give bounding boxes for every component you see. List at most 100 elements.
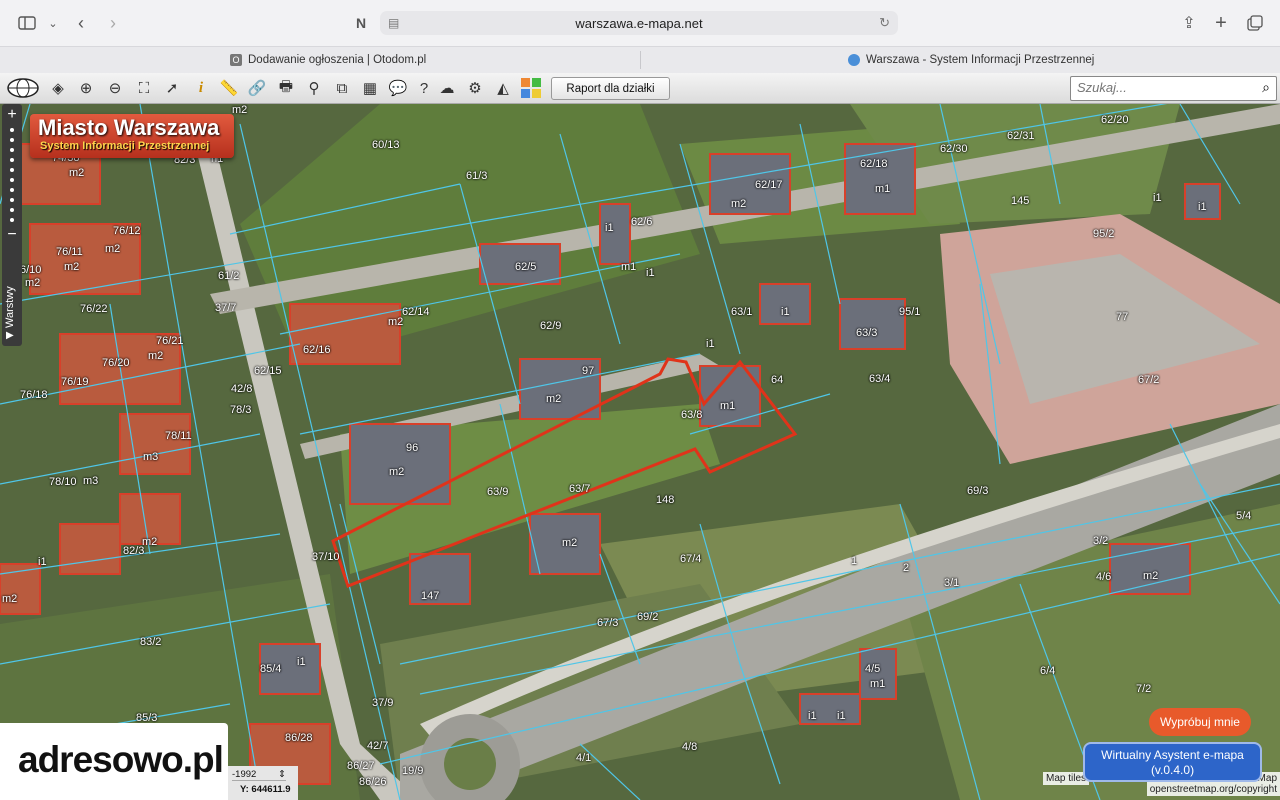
zoom-level-dot[interactable] (10, 188, 14, 192)
sidebar-toggle-icon[interactable] (16, 12, 38, 34)
parcel-label: i1 (1198, 201, 1207, 213)
parcel-label: 62/6 (631, 216, 653, 228)
triangle-icon[interactable]: ◭ (492, 77, 514, 99)
parcel-label: 60/13 (372, 139, 400, 151)
parcel-label: 4/8 (682, 741, 698, 753)
speech-icon[interactable]: 💬 (387, 77, 409, 99)
select-arrow-icon: ⇕ (278, 769, 286, 780)
coord-system-select[interactable]: -1992 ⇕ (232, 769, 286, 781)
tab-divider (640, 51, 641, 69)
parcel-label: 2 (903, 562, 910, 574)
parcel-label: m1 (621, 261, 637, 273)
address-bar[interactable]: ▤ warszawa.e-mapa.net ↻ (380, 11, 898, 35)
parcel-label: i1 (38, 556, 47, 568)
tab-emapa[interactable]: Warszawa - System Informacji Przestrzenn… (848, 47, 1094, 73)
y-coordinate: Y: 644611.9 (240, 784, 291, 795)
zoom-in-icon[interactable]: ⊕ (75, 77, 97, 99)
parcel-label: i1 (646, 267, 655, 279)
search-box[interactable]: ⌕ (1070, 76, 1277, 101)
virtual-assistant-button[interactable]: Wirtualny Asystent e-mapa (v.0.4.0) (1083, 742, 1262, 782)
measure-icon[interactable]: 📏 (218, 77, 240, 99)
parcel-label: 67/4 (680, 553, 702, 565)
link-icon[interactable]: 🔗 (246, 77, 268, 99)
parcel-label: m2 (389, 466, 405, 478)
map-toolbar: ◈ ⊕ ⊖ ⛶ ➚ i 📏 🔗 🖶 ⚲ ⧉ ▦ 💬 ? ☁ ⚙ ◭ Raport… (0, 73, 1280, 104)
zoom-out-icon[interactable]: ⊖ (104, 77, 126, 99)
parcel-label: 62/18 (860, 158, 888, 170)
parcel-label: 78/3 (230, 404, 252, 416)
chevron-down-icon[interactable]: ⌄ (42, 12, 64, 34)
zoom-level-dot[interactable] (10, 218, 14, 222)
parcel-label: 42/7 (367, 740, 389, 752)
parcel-label: 37/9 (372, 697, 394, 709)
settings-icon[interactable]: ⚙ (464, 77, 486, 99)
parcel-label: 63/7 (569, 483, 591, 495)
color-grid-icon[interactable] (520, 77, 542, 99)
zoom-plus-icon[interactable]: + (2, 107, 22, 123)
info-icon[interactable]: i (190, 77, 212, 99)
tab-overview-icon[interactable] (1244, 12, 1266, 34)
map-canvas[interactable]: m262/460/1361/374/3882/3h1m262/6i1m1i162… (0, 104, 1280, 800)
layers-icon[interactable]: ◈ (47, 77, 69, 99)
reload-icon[interactable]: ↻ (879, 15, 890, 31)
zoom-level-dot[interactable] (10, 158, 14, 162)
parcel-label: 76/22 (80, 303, 108, 315)
parcel-label: 85/4 (260, 663, 282, 675)
zoom-level-dot[interactable] (10, 168, 14, 172)
search-input[interactable] (1071, 77, 1253, 98)
parcel-label: 76/21 (156, 335, 184, 347)
parcel-label: 4/5 (865, 663, 881, 675)
adresowo-watermark: adresowo.pl (0, 723, 228, 800)
page-icon: ▤ (388, 16, 400, 30)
parcel-label: 86/26 (359, 776, 387, 788)
window-icon[interactable]: ▦ (359, 77, 381, 99)
aerial-map (0, 104, 1280, 800)
parcel-label: 148 (656, 494, 675, 506)
zoom-level-dot[interactable] (10, 148, 14, 152)
zoom-level-dot[interactable] (10, 178, 14, 182)
back-icon[interactable]: ‹ (70, 12, 92, 34)
parcel-label: 37/10 (312, 551, 340, 563)
parcel-label: 61/2 (218, 270, 240, 282)
new-tab-icon[interactable]: + (1210, 12, 1232, 34)
share-icon[interactable]: ⇪ (1178, 12, 1200, 34)
forward-icon[interactable]: › (102, 12, 124, 34)
parcel-label: m2 (69, 167, 85, 179)
pointer-icon[interactable]: ➚ (161, 77, 183, 99)
parcel-label: 3/1 (944, 577, 960, 589)
logo-title: Miasto Warszawa (38, 115, 220, 140)
parcel-label: 62/14 (402, 306, 430, 318)
parcel-label: 76/19 (61, 376, 89, 388)
parcel-label: 95/1 (899, 306, 921, 318)
zoom-extent-icon[interactable]: ⛶ (133, 77, 155, 99)
parcel-label: 62/5 (515, 261, 537, 273)
marker-icon[interactable]: ⚲ (303, 77, 325, 99)
zoom-level-dot[interactable] (10, 198, 14, 202)
attribution-link[interactable]: openstreetmap.org/copyright (1150, 784, 1277, 795)
tab-otodom[interactable]: O Dodawanie ogłoszenia | Otodom.pl (230, 47, 426, 73)
parcel-label: 42/8 (231, 383, 253, 395)
parcel-label: 6/4 (1040, 665, 1056, 677)
help-icon[interactable]: ? (413, 77, 435, 99)
print-icon[interactable]: 🖶 (275, 77, 297, 99)
parcel-label: m2 (142, 536, 158, 548)
parcel-label: 63/1 (731, 306, 753, 318)
parcel-label: 77 (1116, 311, 1129, 323)
globe-icon[interactable] (6, 77, 40, 99)
parcel-label: 7/2 (1136, 683, 1152, 695)
zoom-level-dot[interactable] (10, 128, 14, 132)
zoom-level-dot[interactable] (10, 208, 14, 212)
raport-button[interactable]: Raport dla działki (551, 77, 670, 100)
copy-icon[interactable]: ⧉ (331, 77, 353, 99)
cloud-download-icon[interactable]: ☁ (436, 77, 458, 99)
search-icon[interactable]: ⌕ (1262, 79, 1270, 96)
try-me-button[interactable]: Wypróbuj mnie (1149, 708, 1251, 736)
zoom-level-dot[interactable] (10, 138, 14, 142)
parcel-label: 6/10 (20, 264, 42, 276)
notion-icon[interactable]: N (350, 12, 372, 34)
parcel-label: 95/2 (1093, 228, 1115, 240)
zoom-minus-icon[interactable]: − (2, 227, 22, 243)
otodom-favicon-icon: O (230, 54, 242, 66)
parcel-label: 67/2 (1138, 374, 1160, 386)
layers-toggle[interactable]: Warstwy ▶ (2, 284, 20, 346)
